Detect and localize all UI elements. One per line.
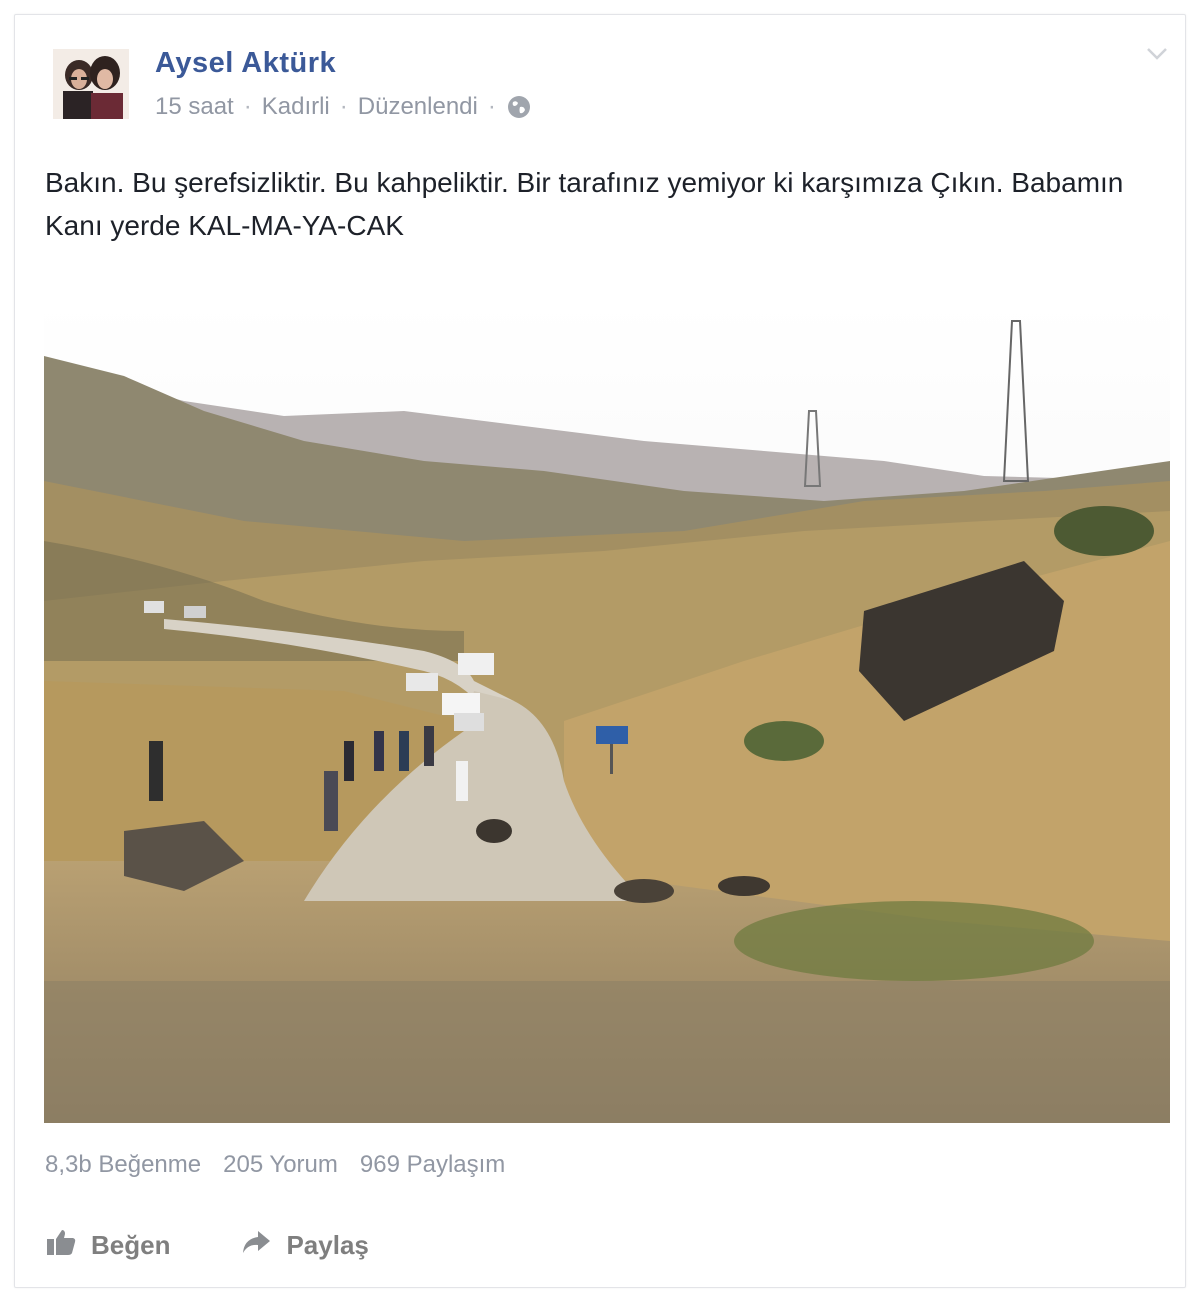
meta-separator: ·: [243, 93, 252, 120]
post-photo[interactable]: [44, 301, 1170, 1123]
share-label: Paylaş: [286, 1230, 369, 1260]
post-time[interactable]: 15 saat: [155, 93, 234, 121]
share-button[interactable]: Paylaş: [240, 1227, 369, 1264]
post-location[interactable]: Kadırli: [262, 93, 330, 121]
meta-separator: ·: [339, 93, 348, 120]
author-name[interactable]: Aysel Aktürk: [155, 47, 336, 80]
share-arrow-icon: [240, 1227, 272, 1264]
post-text: Bakın. Bu şerefsizliktir. Bu kahpeliktir…: [45, 167, 1124, 241]
shares-count[interactable]: 969 Paylaşım: [360, 1151, 505, 1179]
post-meta: 15 saat · Kadırli · Düzenlendi ·: [155, 93, 532, 121]
globe-icon[interactable]: [506, 94, 532, 120]
post-stats: 8,3b Beğenme 205 Yorum 969 Paylaşım: [45, 1151, 505, 1179]
post-actions: Beğen Paylaş: [45, 1227, 369, 1264]
landscape-photo: [44, 301, 1170, 1123]
post-card: Aysel Aktürk 15 saat · Kadırli · Düzenle…: [14, 14, 1186, 1288]
chevron-down-icon[interactable]: [1145, 45, 1169, 63]
likes-count[interactable]: 8,3b Beğenme: [45, 1151, 201, 1179]
comments-count[interactable]: 205 Yorum: [223, 1151, 338, 1179]
avatar[interactable]: [53, 49, 129, 119]
avatar-photo: [53, 49, 129, 119]
thumbs-up-icon: [45, 1227, 77, 1264]
meta-separator: ·: [487, 93, 496, 120]
like-button[interactable]: Beğen: [45, 1227, 170, 1264]
edited-label[interactable]: Düzenlendi: [358, 93, 478, 121]
like-label: Beğen: [91, 1230, 171, 1260]
